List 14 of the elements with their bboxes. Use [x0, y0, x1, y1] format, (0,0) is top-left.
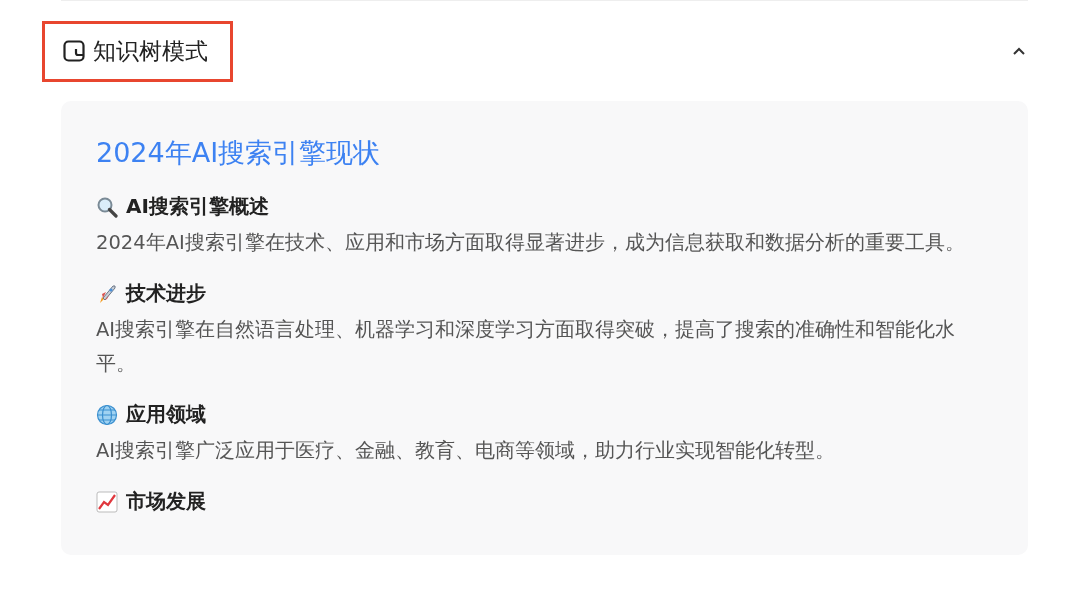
section-heading: 市场发展: [126, 488, 206, 515]
section-text: 2024年AI搜索引擎在技术、应用和市场方面取得显著进步，成为信息获取和数据分析的重要工具。: [96, 230, 966, 256]
card-title: 2024年AI搜索引擎现状: [96, 136, 382, 170]
section-text: AI搜索引擎在自然语言处理、机器学习和深度学习方面取得突破，提高了搜索的准确性和智能化水平。: [96, 317, 957, 377]
section-heading: AI搜索引擎概述: [126, 193, 269, 220]
panel-icon: [63, 40, 85, 62]
section-text: AI搜索引擎广泛应用于医疗、金融、教育、电商等领域，助力行业实现智能化转型。: [96, 438, 837, 464]
magnifier-icon: [96, 195, 118, 218]
chart-up-icon: [96, 490, 118, 513]
panel-title: 知识树模式: [93, 36, 208, 66]
chevron-icon[interactable]: [1012, 46, 1026, 56]
globe-icon: [96, 403, 118, 426]
section-heading: 应用领域: [126, 401, 206, 428]
section-heading: 技术进步: [126, 280, 206, 307]
